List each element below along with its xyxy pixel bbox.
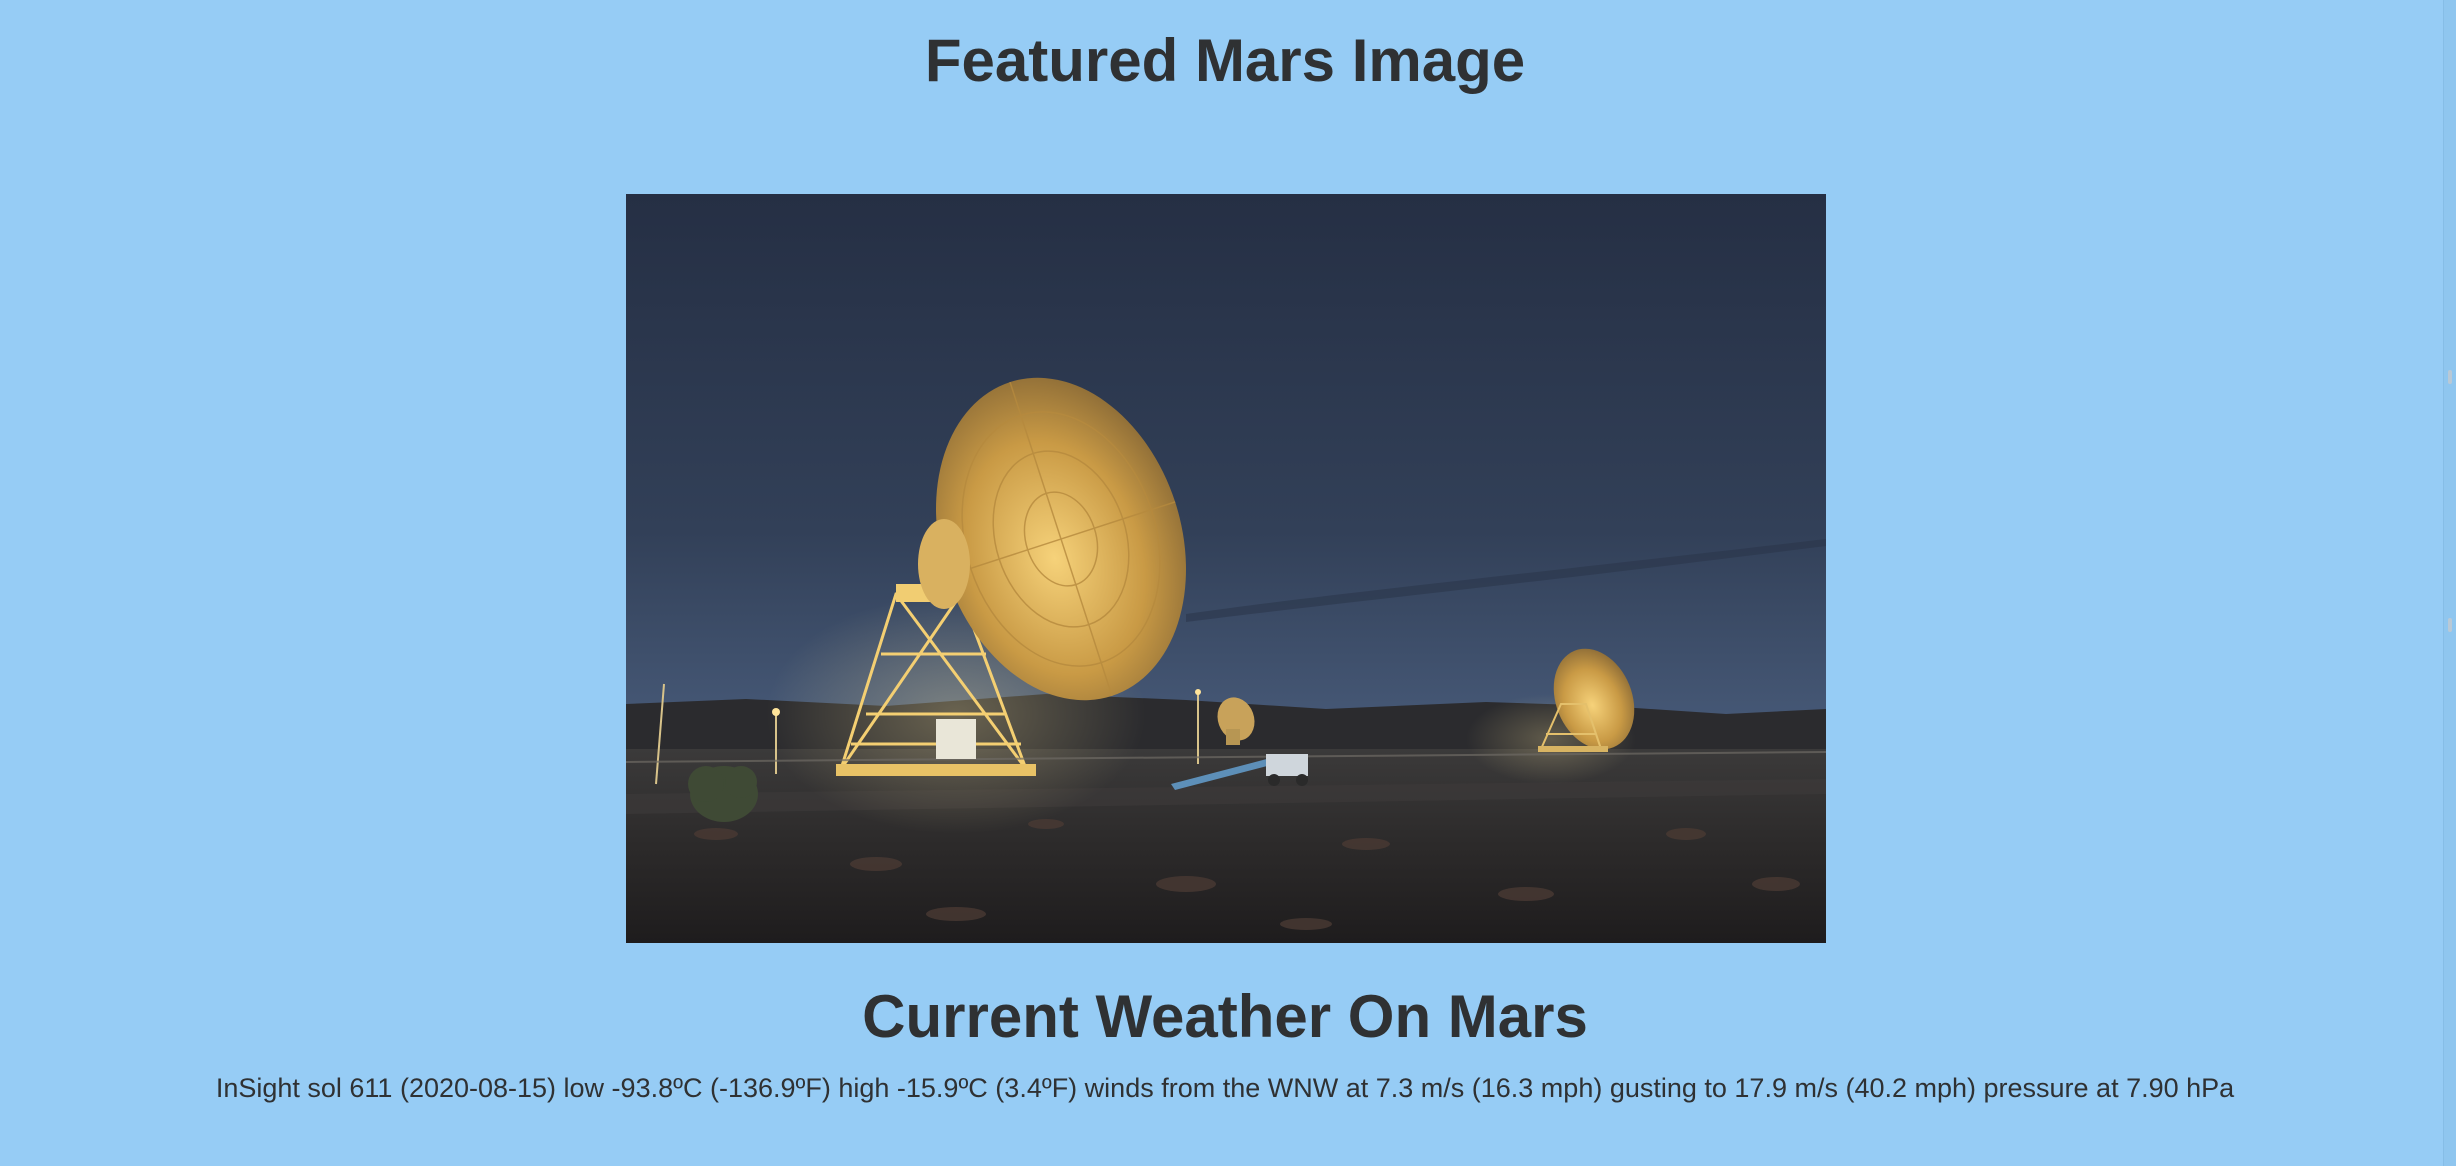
scrollbar-marker — [2448, 370, 2452, 384]
weather-report: InSight sol 611 (2020-08-15) low -93.8ºC… — [215, 1073, 2235, 1103]
featured-mars-image[interactable] — [626, 194, 1826, 943]
featured-image-heading: Featured Mars Image — [924, 27, 1526, 94]
scrollbar[interactable] — [2443, 0, 2456, 1166]
weather-heading: Current Weather On Mars — [862, 983, 1588, 1050]
scrollbar-marker — [2448, 618, 2452, 632]
page: Featured Mars Image Current Weather On M… — [0, 0, 2444, 1166]
